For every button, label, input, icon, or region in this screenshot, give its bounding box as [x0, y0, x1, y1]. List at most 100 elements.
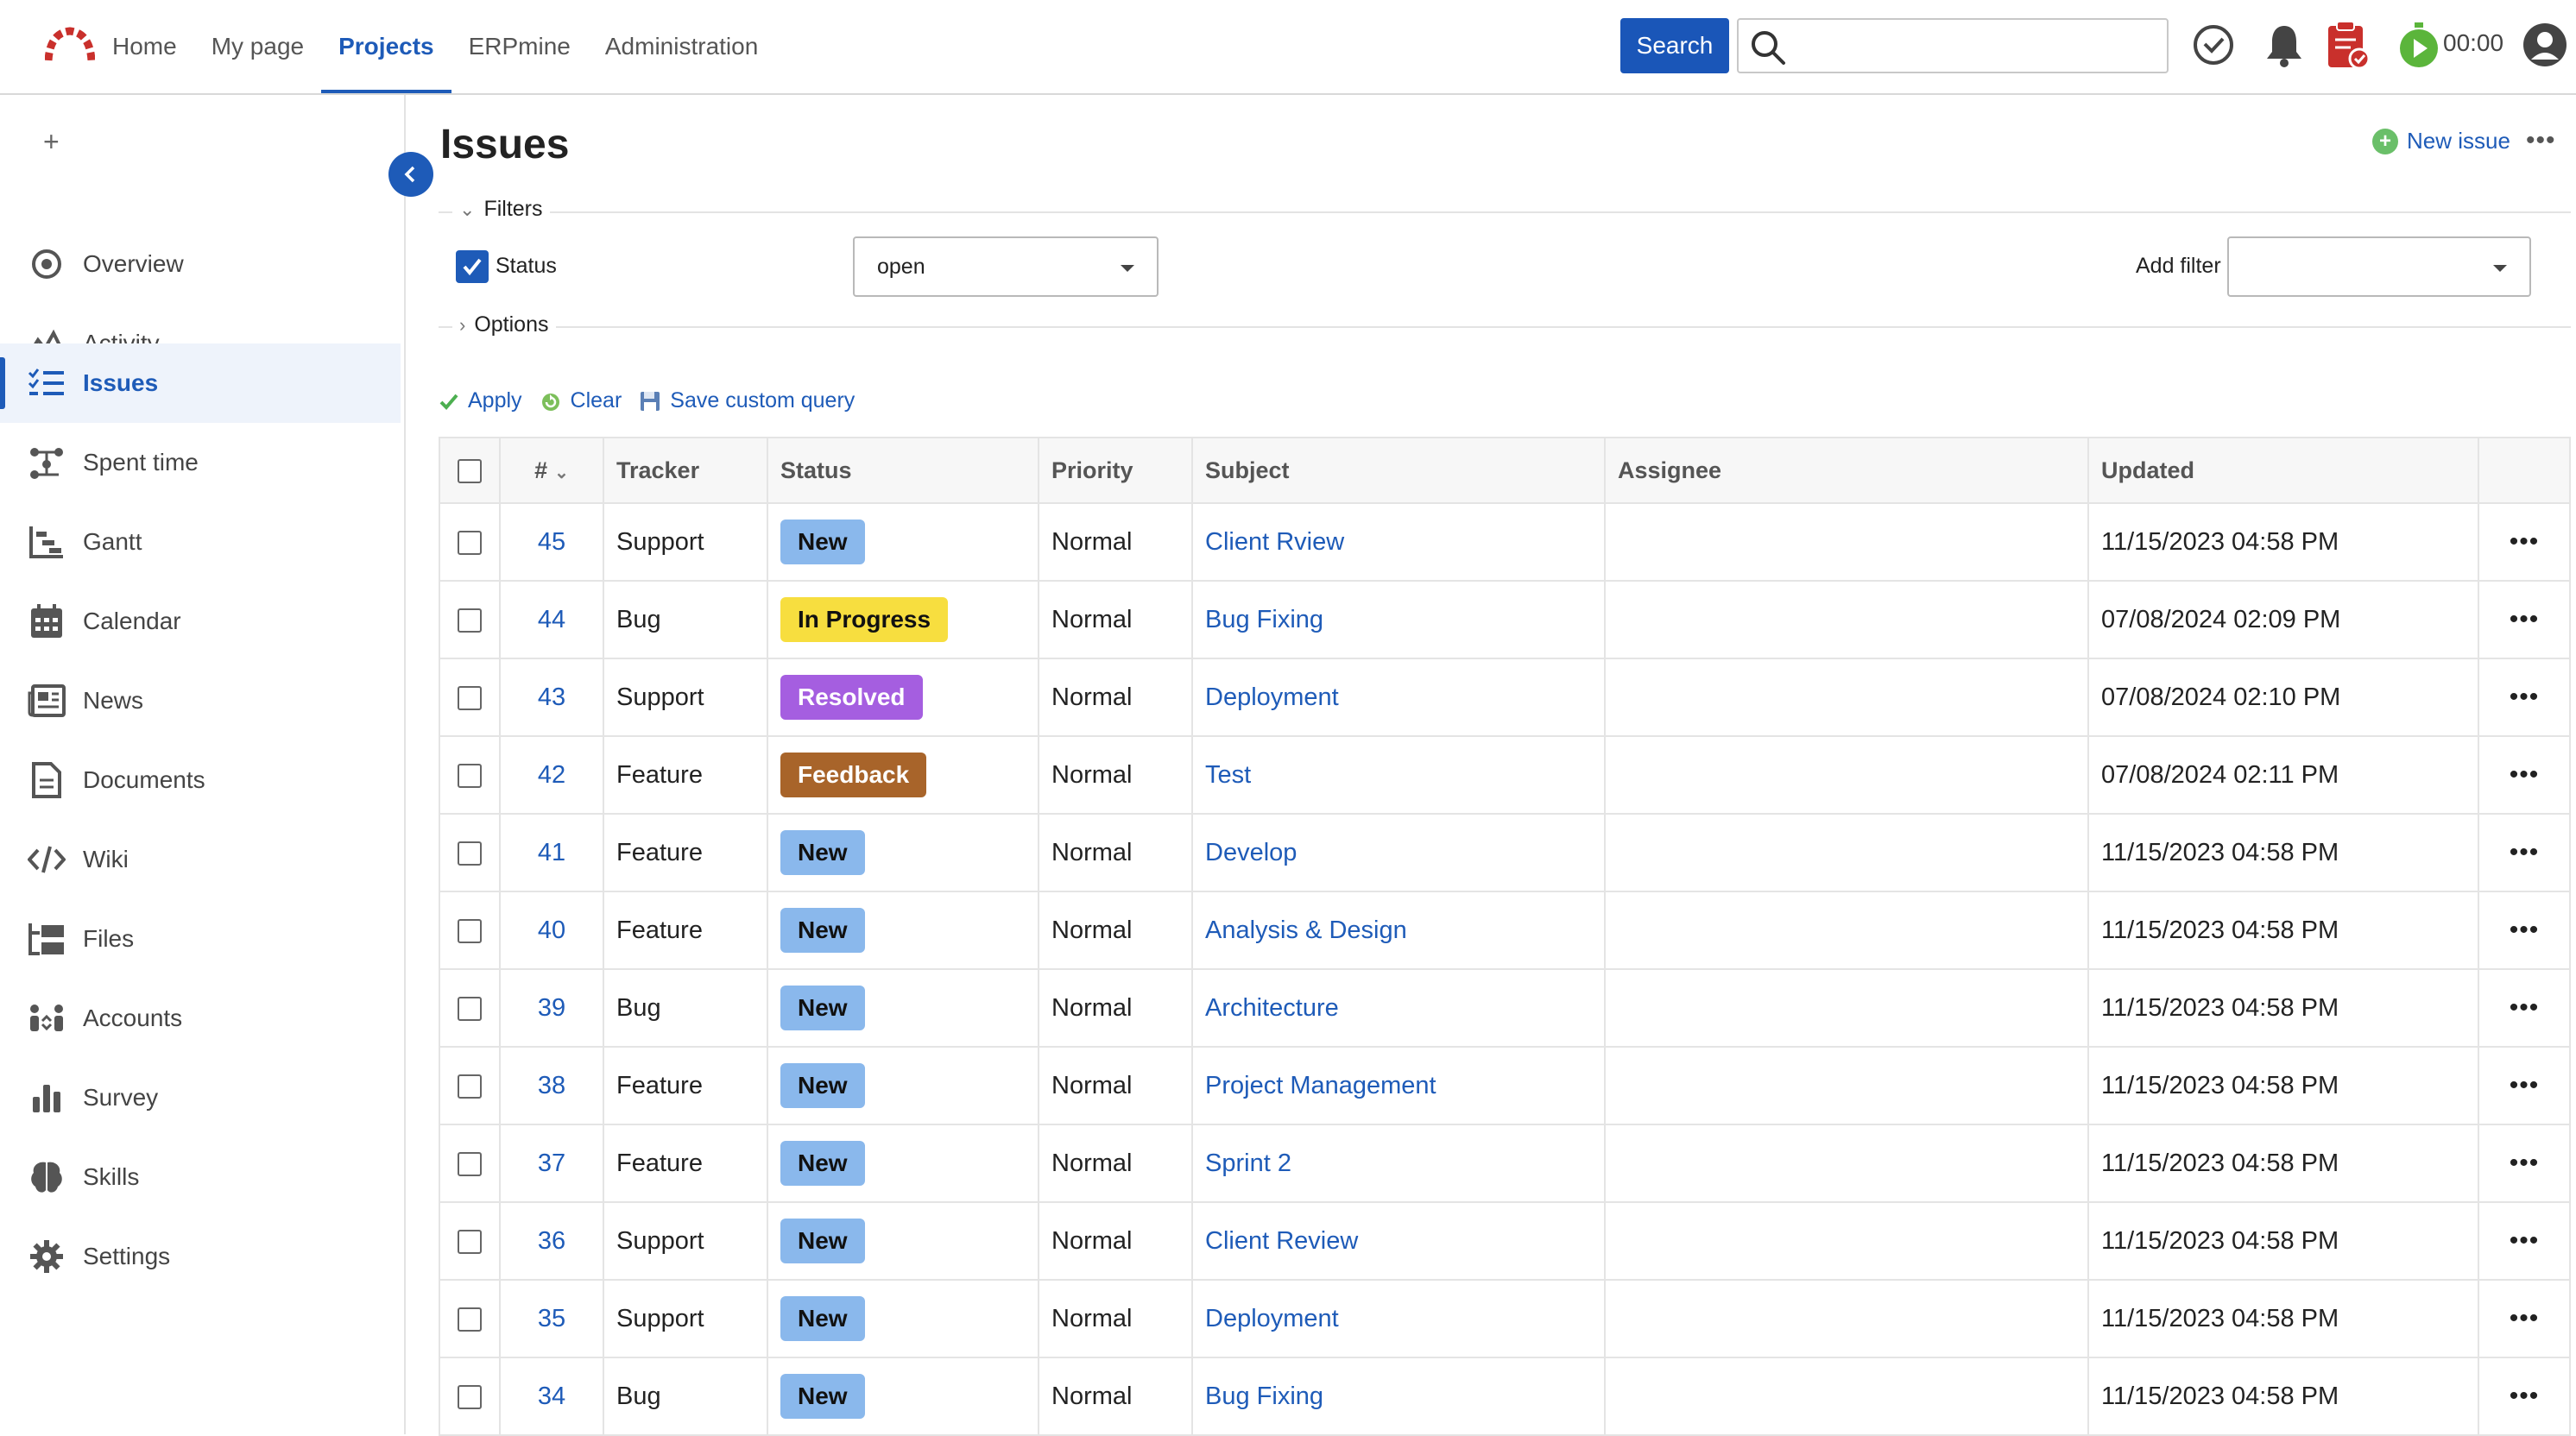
- sidebar-item-wiki[interactable]: Wiki: [0, 820, 401, 899]
- issue-id-link[interactable]: 34: [538, 1382, 565, 1410]
- subject-link[interactable]: Test: [1205, 761, 1251, 789]
- issue-id-link[interactable]: 36: [538, 1227, 565, 1255]
- sidebar-item-spent-time[interactable]: Spent time: [0, 423, 401, 502]
- table-row[interactable]: 40 Feature New Normal Analysis & Design 11/15…: [439, 891, 2571, 970]
- issue-id-link[interactable]: 38: [538, 1072, 565, 1099]
- row-menu-icon[interactable]: •••: [2478, 1124, 2571, 1203]
- search-button[interactable]: Search: [1620, 18, 1729, 73]
- check-circle-icon[interactable]: [2188, 19, 2239, 71]
- subject-link[interactable]: Client Rview: [1205, 528, 1344, 556]
- issue-id-link[interactable]: 42: [538, 761, 565, 789]
- collapse-sidebar-button[interactable]: [388, 152, 433, 197]
- issue-id-link[interactable]: 41: [538, 839, 565, 866]
- table-row[interactable]: 38 Feature New Normal Project Management 11/1…: [439, 1046, 2571, 1125]
- status-operator-select[interactable]: open: [853, 236, 1159, 297]
- row-checkbox[interactable]: [458, 530, 482, 555]
- row-checkbox[interactable]: [458, 608, 482, 633]
- nav-erpmine[interactable]: ERPmine: [469, 0, 571, 93]
- col-priority-header[interactable]: Priority: [1038, 437, 1193, 504]
- nav-administration[interactable]: Administration: [605, 0, 758, 93]
- sidebar-item-files[interactable]: Files: [0, 899, 401, 979]
- col-updated-header[interactable]: Updated: [2087, 437, 2479, 504]
- sidebar-item-overview[interactable]: Overview: [0, 224, 401, 304]
- row-menu-icon[interactable]: •••: [2478, 580, 2571, 659]
- bell-icon[interactable]: [2258, 19, 2310, 71]
- sidebar-item-gantt[interactable]: Gantt: [0, 502, 401, 582]
- subject-link[interactable]: Deployment: [1205, 683, 1339, 711]
- issue-id-link[interactable]: 45: [538, 528, 565, 556]
- add-icon[interactable]: +: [43, 126, 60, 158]
- col-subject-header[interactable]: Subject: [1191, 437, 1606, 504]
- row-menu-icon[interactable]: •••: [2478, 891, 2571, 970]
- table-row[interactable]: 45 Support New Normal Client Rview 11/15/2023…: [439, 502, 2571, 582]
- issue-id-link[interactable]: 44: [538, 606, 565, 633]
- row-checkbox[interactable]: [458, 1384, 482, 1409]
- issue-id-link[interactable]: 37: [538, 1149, 565, 1177]
- add-filter-select[interactable]: [2227, 236, 2531, 297]
- table-row[interactable]: 39 Bug New Normal Architecture 11/15/2023 04:…: [439, 968, 2571, 1048]
- nav-my-page[interactable]: My page: [212, 0, 304, 93]
- row-menu-icon[interactable]: •••: [2478, 968, 2571, 1048]
- row-menu-icon[interactable]: •••: [2478, 1279, 2571, 1358]
- more-options-icon[interactable]: •••: [2526, 126, 2556, 155]
- sidebar-item-documents[interactable]: Documents: [0, 740, 401, 820]
- subject-link[interactable]: Project Management: [1205, 1072, 1436, 1099]
- issue-id-link[interactable]: 43: [538, 683, 565, 711]
- sidebar-item-issues[interactable]: Issues: [0, 343, 401, 423]
- search-input[interactable]: [1737, 18, 2169, 73]
- sidebar-item-calendar[interactable]: Calendar: [0, 582, 401, 661]
- options-legend[interactable]: › Options: [452, 312, 556, 337]
- row-checkbox[interactable]: [458, 1229, 482, 1254]
- logo[interactable]: [45, 26, 95, 62]
- table-row[interactable]: 42 Feature Feedback Normal Test 07/08/2024 02…: [439, 735, 2571, 815]
- row-checkbox[interactable]: [458, 1307, 482, 1332]
- row-checkbox[interactable]: [458, 1151, 482, 1176]
- row-checkbox[interactable]: [458, 763, 482, 788]
- table-row[interactable]: 41 Feature New Normal Develop 11/15/2023 04:5…: [439, 813, 2571, 892]
- subject-link[interactable]: Bug Fixing: [1205, 1382, 1323, 1410]
- subject-link[interactable]: Client Review: [1205, 1227, 1358, 1255]
- col-assignee-header[interactable]: Assignee: [1604, 437, 2089, 504]
- nav-projects[interactable]: Projects: [321, 0, 451, 93]
- row-menu-icon[interactable]: •••: [2478, 813, 2571, 892]
- subject-link[interactable]: Deployment: [1205, 1305, 1339, 1332]
- row-checkbox[interactable]: [458, 996, 482, 1021]
- table-row[interactable]: 43 Support Resolved Normal Deployment 07/08/2…: [439, 658, 2571, 737]
- save-query-button[interactable]: Save custom query: [639, 388, 855, 413]
- subject-link[interactable]: Analysis & Design: [1205, 916, 1407, 944]
- subject-link[interactable]: Bug Fixing: [1205, 606, 1323, 633]
- timer-play-icon[interactable]: [2393, 19, 2445, 71]
- row-menu-icon[interactable]: •••: [2478, 1357, 2571, 1436]
- issue-id-link[interactable]: 40: [538, 916, 565, 944]
- row-checkbox[interactable]: [458, 841, 482, 866]
- filters-legend[interactable]: ⌄ Filters: [452, 197, 550, 222]
- row-checkbox[interactable]: [458, 685, 482, 710]
- status-filter-checkbox[interactable]: [456, 250, 489, 283]
- row-menu-icon[interactable]: •••: [2478, 1046, 2571, 1125]
- table-row[interactable]: 36 Support New Normal Client Review 11/15/202…: [439, 1201, 2571, 1281]
- row-menu-icon[interactable]: •••: [2478, 658, 2571, 737]
- table-row[interactable]: 37 Feature New Normal Sprint 2 11/15/2023 04:…: [439, 1124, 2571, 1203]
- row-checkbox[interactable]: [458, 1074, 482, 1099]
- sidebar-item-survey[interactable]: Survey: [0, 1058, 401, 1137]
- sidebar-item-news[interactable]: News: [0, 661, 401, 740]
- table-row[interactable]: 34 Bug New Normal Bug Fixing 11/15/2023 04:58…: [439, 1357, 2571, 1436]
- col-tracker-header[interactable]: Tracker: [603, 437, 768, 504]
- subject-link[interactable]: Sprint 2: [1205, 1149, 1291, 1177]
- row-menu-icon[interactable]: •••: [2478, 502, 2571, 582]
- table-row[interactable]: 35 Support New Normal Deployment 11/15/2023 0…: [439, 1279, 2571, 1358]
- col-id-header[interactable]: # ⌄: [499, 437, 604, 504]
- new-issue-link[interactable]: + New issue: [2372, 128, 2510, 154]
- sidebar-item-settings[interactable]: Settings: [0, 1217, 401, 1296]
- subject-link[interactable]: Develop: [1205, 839, 1297, 866]
- table-row[interactable]: 44 Bug In Progress Normal Bug Fixing 07/08/20…: [439, 580, 2571, 659]
- subject-link[interactable]: Architecture: [1205, 994, 1339, 1022]
- apply-button[interactable]: Apply: [439, 388, 522, 413]
- issue-id-link[interactable]: 39: [538, 994, 565, 1022]
- sidebar-item-skills[interactable]: Skills: [0, 1137, 401, 1217]
- select-all-checkbox[interactable]: [458, 459, 482, 484]
- user-avatar-icon[interactable]: [2519, 19, 2571, 71]
- row-checkbox[interactable]: [458, 918, 482, 943]
- sidebar-item-accounts[interactable]: Accounts: [0, 979, 401, 1058]
- issue-id-link[interactable]: 35: [538, 1305, 565, 1332]
